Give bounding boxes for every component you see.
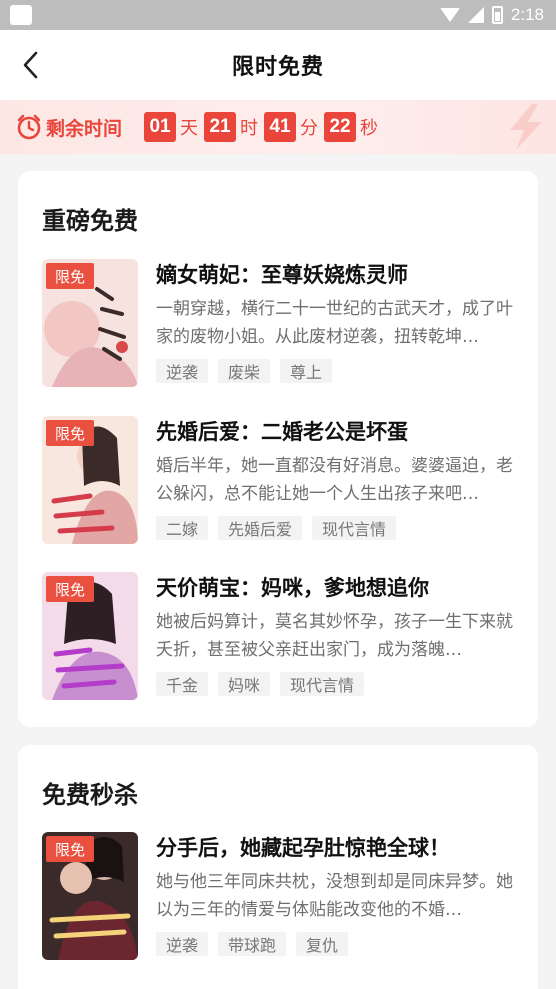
book-description: 一朝穿越，横行二十一世纪的古武天才，成了叶家的废物小姐。从此废材逆袭，扭转乾坤… <box>156 299 513 347</box>
lightning-icon <box>510 104 542 150</box>
book-tag[interactable]: 千金 <box>156 672 209 696</box>
book-item[interactable]: 限免 先婚后爱：二婚老公是坏蛋 婚后半年，她一直都没有好消息。婆婆逼迫，老公躲闪… <box>42 416 522 544</box>
book-tags: 二嫁 先婚后爱 现代言情 <box>156 516 397 540</box>
free-badge: 限免 <box>46 576 94 602</box>
section-title: 免费秒杀 <box>42 781 138 809</box>
book-cover[interactable]: 限免 <box>42 259 138 387</box>
book-description: 她与他三年同床共枕，没想到却是同床异梦。她以为三年的情爱与体贴能改变他的不婚… <box>156 872 513 920</box>
countdown-minutes-unit: 分 <box>300 118 319 139</box>
free-badge: 限免 <box>46 420 94 446</box>
countdown-days: 01 <box>144 112 177 142</box>
book-tag[interactable]: 逆袭 <box>156 932 209 956</box>
book-tag[interactable]: 二嫁 <box>156 516 209 540</box>
book-cover[interactable]: 限免 <box>42 416 138 544</box>
countdown-days-unit: 天 <box>180 118 199 139</box>
book-title[interactable]: 天价萌宝：妈咪，爹地想追你 <box>156 572 522 602</box>
section-card-featured-free: 重磅免费 限免 嫡女萌妃：至尊妖娆炼灵师 一朝穿越，横行二十一世纪的古武天才，成… <box>18 171 538 727</box>
countdown-seconds-unit: 秒 <box>360 118 379 139</box>
book-tag[interactable]: 妈咪 <box>218 672 271 696</box>
book-title[interactable]: 嫡女萌妃：至尊妖娆炼灵师 <box>156 259 522 289</box>
book-item[interactable]: 限免 嫡女萌妃：至尊妖娆炼灵师 一朝穿越，横行二十一世纪的古武天才，成了叶家的废… <box>42 259 522 387</box>
alarm-clock-icon <box>17 114 41 140</box>
book-cover[interactable]: 限免 <box>42 572 138 700</box>
book-title[interactable]: 先婚后爱：二婚老公是坏蛋 <box>156 416 522 446</box>
book-description: 她被后妈算计，莫名其妙怀孕，孩子一生下来就夭折，甚至被父亲赶出家门，成为落魄… <box>156 612 513 660</box>
status-time: 2:18 <box>510 5 544 24</box>
book-tags: 逆袭 带球跑 复仇 <box>156 932 349 956</box>
free-badge: 限免 <box>46 263 94 289</box>
book-description: 婚后半年，她一直都没有好消息。婆婆逼迫，老公躲闪，总不能让她一个人生出孩子来吧… <box>156 456 513 504</box>
countdown-minutes: 41 <box>264 112 297 142</box>
status-icons: 2:18 <box>439 5 544 25</box>
back-button[interactable] <box>14 48 48 82</box>
book-item[interactable]: 限免 天价萌宝：妈咪，爹地想追你 她被后妈算计，莫名其妙怀孕，孩子一生下来就夭折… <box>42 572 522 700</box>
wifi-icon <box>439 8 460 22</box>
countdown-hours: 21 <box>204 112 237 142</box>
free-badge: 限免 <box>46 836 94 862</box>
notification-icon <box>10 5 32 25</box>
battery-icon <box>491 6 503 24</box>
book-tag[interactable]: 现代言情 <box>312 516 397 540</box>
book-item[interactable]: 限免 分手后，她藏起孕肚惊艳全球！ 她与他三年同床共枕，没想到却是同床异梦。她以… <box>42 832 522 960</box>
header: 限时免费 <box>0 30 556 100</box>
section-card-flash-sale: 免费秒杀 限免 分手后，她藏起孕肚惊艳全球！ 她与他三年同床共枕，没想到却是同床… <box>18 745 538 989</box>
book-title[interactable]: 分手后，她藏起孕肚惊艳全球！ <box>156 832 522 862</box>
book-tags: 千金 妈咪 现代言情 <box>156 672 365 696</box>
countdown-seconds: 22 <box>324 112 357 142</box>
chevron-left-icon <box>23 51 38 79</box>
book-tag[interactable]: 先婚后爱 <box>218 516 303 540</box>
countdown-label: 剩余时间 <box>46 117 123 140</box>
book-tag[interactable]: 现代言情 <box>280 672 365 696</box>
countdown-banner: 剩余时间 01 天 21 时 41 分 22 秒 <box>0 100 556 154</box>
book-tag[interactable]: 带球跑 <box>218 932 287 956</box>
signal-icon <box>467 7 484 23</box>
page-title: 限时免费 <box>231 55 324 80</box>
book-tag[interactable]: 逆袭 <box>156 359 209 383</box>
status-bar: 2:18 <box>0 0 556 30</box>
book-tag[interactable]: 尊上 <box>280 359 333 383</box>
book-tags: 逆袭 废柴 尊上 <box>156 359 333 383</box>
book-cover[interactable]: 限免 <box>42 832 138 960</box>
countdown-hours-unit: 时 <box>240 118 259 139</box>
book-tag[interactable]: 废柴 <box>218 359 271 383</box>
section-title: 重磅免费 <box>42 207 138 235</box>
book-tag[interactable]: 复仇 <box>296 932 349 956</box>
